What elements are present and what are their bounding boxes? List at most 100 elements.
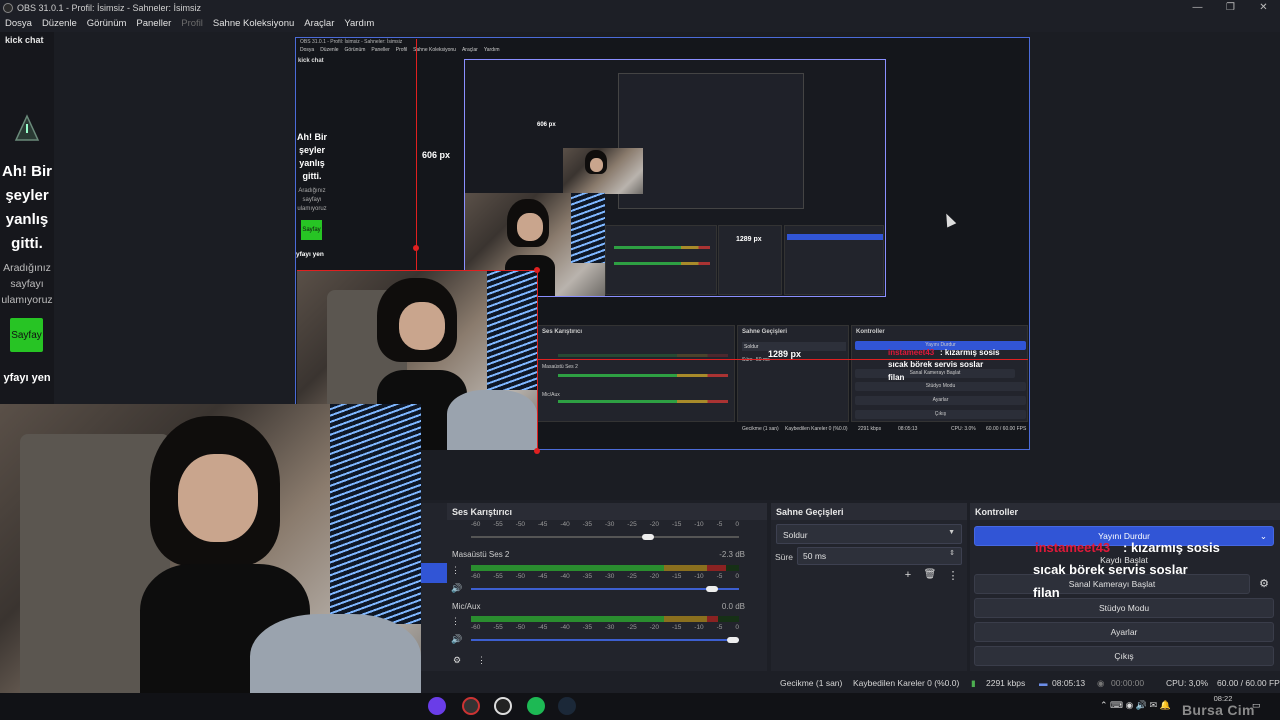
nested-meter — [558, 400, 728, 403]
status-cpu: CPU: 3,0% — [1166, 678, 1209, 688]
resize-handle[interactable] — [534, 267, 540, 273]
nested-status-delay: Gecikme (1 san) — [742, 426, 779, 432]
taskbar: ⌃ ⌨ ◉ 🔊 ✉ 🔔 08:22 ▭ — [0, 693, 1280, 720]
channel-name: Mic/Aux — [452, 602, 481, 611]
nested1-dim-label-v: 606 px — [537, 122, 556, 128]
more-menu-icon[interactable]: ⋮ — [477, 655, 486, 666]
watermark-logo: Bursa Cim — [1182, 702, 1255, 718]
webcam-overlay — [0, 404, 421, 720]
fader-knob[interactable] — [641, 534, 654, 540]
tray-icons[interactable]: ⌃ ⌨ ◉ 🔊 ✉ 🔔 — [1100, 700, 1171, 711]
scale-tick: -15 — [671, 521, 682, 528]
desktop-audio-fader[interactable] — [471, 586, 739, 592]
close-button[interactable]: ✕ — [1247, 0, 1280, 15]
scale-tick: -45 — [537, 521, 548, 528]
fader-knob[interactable] — [727, 637, 739, 643]
scale-tick: -55 — [493, 624, 503, 631]
menu-view[interactable]: Görünüm — [82, 18, 132, 29]
nested-mic-label: Mic/Aux — [542, 392, 560, 398]
maximize-button[interactable]: ❐ — [1214, 0, 1247, 15]
scale-tick: 0 — [735, 624, 739, 631]
delete-transition-icon[interactable]: 🗑 — [922, 569, 938, 580]
scale-tick: -5 — [716, 573, 723, 580]
scale-tick: -10 — [694, 521, 704, 528]
mixer-scale: -60 -55 -50 -45 -40 -35 -30 -25 -20 -15 -10 -5 0 — [471, 573, 739, 580]
menu-tools[interactable]: Araçlar — [299, 18, 339, 29]
spotify-icon[interactable] — [527, 697, 545, 715]
menu-profile[interactable]: Profil — [176, 18, 208, 29]
channel-menu-icon[interactable]: ⋮ — [451, 616, 460, 627]
nested-meter — [614, 262, 710, 265]
minimize-button[interactable]: — — [1181, 0, 1214, 15]
nested-meter — [614, 246, 710, 249]
menu-help[interactable]: Yardım — [339, 18, 379, 29]
nested-status-kbps: 2291 kbps — [858, 426, 882, 432]
nested1-dim-label: 1289 px — [736, 236, 762, 243]
scale-tick: -40 — [560, 521, 570, 528]
scale-tick: -35 — [582, 521, 593, 528]
nested-settings: Ayarlar — [855, 396, 1026, 405]
scale-tick: -60 — [471, 521, 481, 528]
duration-stepper[interactable]: 50 ms ⇕ — [797, 547, 962, 565]
obs-taskbar-icon[interactable] — [462, 697, 480, 715]
nested-error-link: yfayı yen — [296, 251, 324, 258]
virtual-camera-button[interactable]: Sanal Kamerayı Başlat — [974, 574, 1250, 594]
audio-mixer-dock: Ses Karıştırıcı -60 -55 -50 -45 -40 -35 -30 -25… — [447, 503, 767, 671]
exit-button[interactable]: Çıkış — [974, 646, 1274, 666]
menu-edit[interactable]: Düzenle — [37, 18, 82, 29]
reload-link[interactable]: yfayı yen — [0, 372, 54, 384]
resize-handle[interactable] — [413, 245, 419, 251]
nested-mixer-title: Ses Karıştırıcı — [542, 329, 583, 335]
nested-menu-item: Paneller — [371, 47, 390, 53]
chevron-down-icon: ▼ — [948, 529, 955, 536]
stepper-arrows-icon[interactable]: ⇕ — [949, 549, 955, 557]
nested-exit: Çıkış — [855, 410, 1026, 419]
fader-knob[interactable] — [705, 586, 718, 592]
scale-tick: -30 — [604, 521, 615, 528]
record-icon: ◉ — [1097, 678, 1105, 688]
nested-duration-label: Süre — [742, 357, 753, 363]
scale-tick: -45 — [537, 624, 548, 631]
error-page-button[interactable]: Sayfay — [10, 318, 43, 352]
nested-studio: Stüdyo Modu — [855, 382, 1026, 391]
transition-select[interactable]: Soldur ▼ — [776, 524, 962, 544]
menu-docks[interactable]: Paneller — [131, 18, 176, 29]
channel-menu-icon[interactable]: ⋮ — [451, 565, 460, 576]
scale-tick: -25 — [627, 624, 637, 631]
more-menu-icon[interactable]: ⋮ — [945, 569, 961, 582]
nested-controls-panel: Kontroller Yayını Durdur Sanal Kamerayı … — [851, 325, 1028, 422]
selected-source-row[interactable] — [421, 563, 447, 583]
nested-status-fps: 60.00 / 60.00 FPS — [986, 426, 1027, 432]
chevron-down-icon[interactable]: ⌄ — [1260, 527, 1267, 545]
nested-status-dropped: Kaybedilen Kareler 0 (%0.0) — [785, 426, 848, 432]
nested-menu-item: Profil — [395, 47, 408, 53]
settings-button[interactable]: Ayarlar — [974, 622, 1274, 642]
mixer-title: Ses Karıştırıcı — [447, 503, 767, 520]
studio-mode-button[interactable]: Stüdyo Modu — [974, 598, 1274, 618]
nested-menu-item: Görünüm — [344, 47, 366, 53]
speaker-icon[interactable]: 🔊 — [451, 583, 462, 594]
add-transition-icon[interactable]: + — [900, 569, 916, 581]
search-app-icon[interactable] — [494, 697, 512, 715]
scale-tick: -35 — [582, 573, 593, 580]
selection-border-right — [537, 270, 538, 452]
menu-scene-collection[interactable]: Sahne Koleksiyonu — [208, 18, 299, 29]
gear-icon[interactable]: ⚙ — [453, 655, 461, 666]
steam-icon[interactable] — [558, 697, 576, 715]
status-dropped-frames: Kaybedilen Kareler 0 (%0.0) — [853, 678, 960, 688]
scale-tick: 0 — [735, 521, 739, 528]
menu-file[interactable]: Dosya — [0, 18, 37, 29]
mic-audio-fader[interactable] — [471, 637, 739, 643]
gear-icon[interactable]: ⚙ — [1256, 577, 1272, 590]
scene-transitions-dock: Sahne Geçişleri Soldur ▼ Süre 50 ms ⇕ + … — [771, 503, 967, 671]
duration-value: 50 ms — [803, 551, 827, 561]
speaker-icon[interactable]: 🔊 — [451, 634, 462, 645]
dock-title: kick chat — [5, 35, 44, 45]
nested-title: OBS 31.0.1 - Profil: İsimsiz - Sahneler:… — [300, 39, 403, 45]
resize-handle[interactable] — [534, 448, 540, 454]
nested-dock-title: kick chat — [298, 58, 324, 64]
messenger-icon[interactable] — [428, 697, 446, 715]
nested-controls-title: Kontroller — [856, 329, 885, 335]
first-channel-fader[interactable] — [471, 534, 739, 540]
scale-tick: -15 — [671, 624, 682, 631]
